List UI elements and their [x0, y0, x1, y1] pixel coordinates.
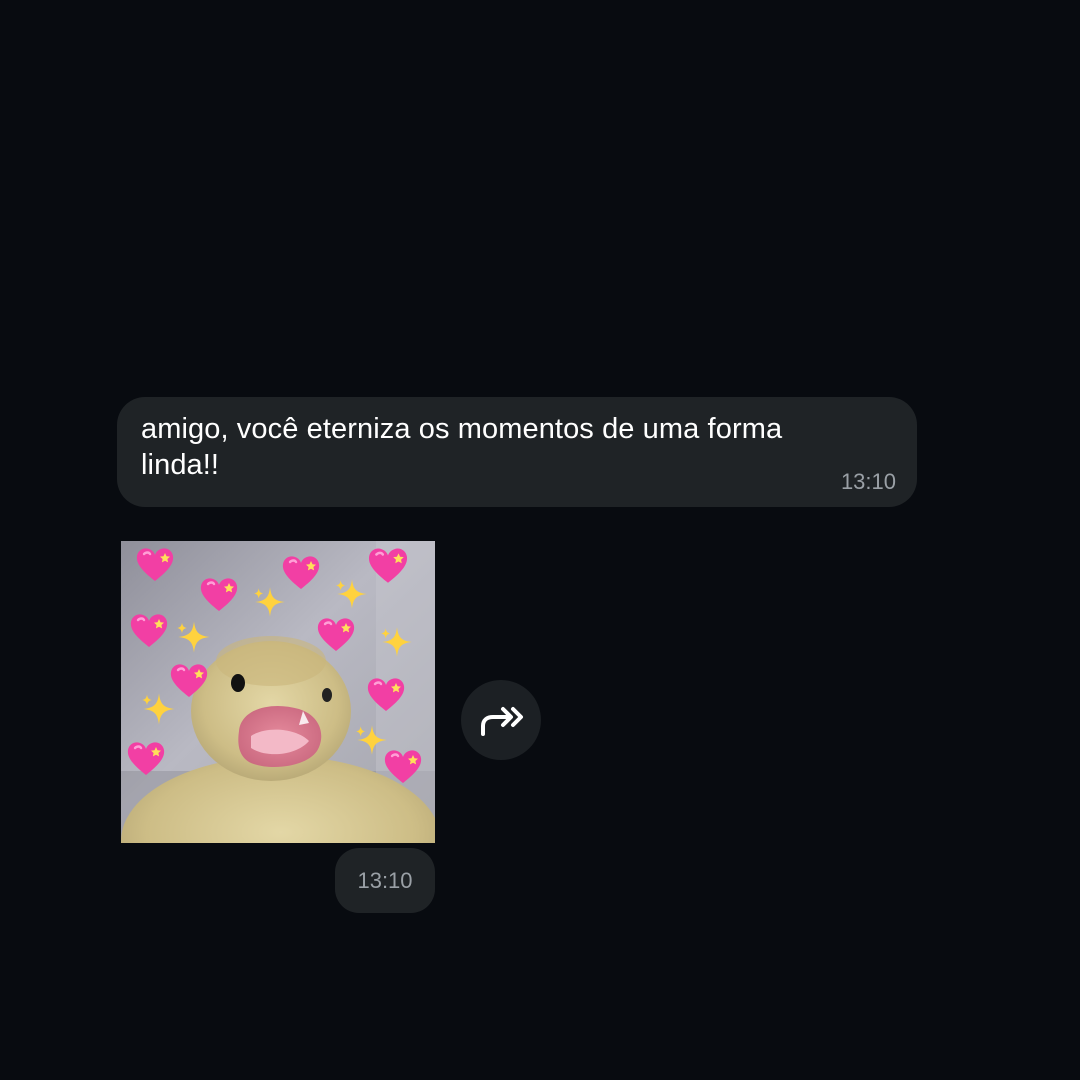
forward-button[interactable] — [461, 680, 541, 760]
message-bubble[interactable]: amigo, você eterniza os momentos de uma … — [117, 397, 917, 507]
sticker-timestamp: 13:10 — [335, 848, 435, 913]
chat-area: amigo, você eterniza os momentos de uma … — [0, 0, 1080, 1080]
sticker-image[interactable] — [121, 541, 435, 843]
message-timestamp: 13:10 — [840, 469, 896, 494]
forward-icon — [481, 707, 523, 736]
message-text: amigo, você eterniza os momentos de uma … — [141, 413, 783, 481]
